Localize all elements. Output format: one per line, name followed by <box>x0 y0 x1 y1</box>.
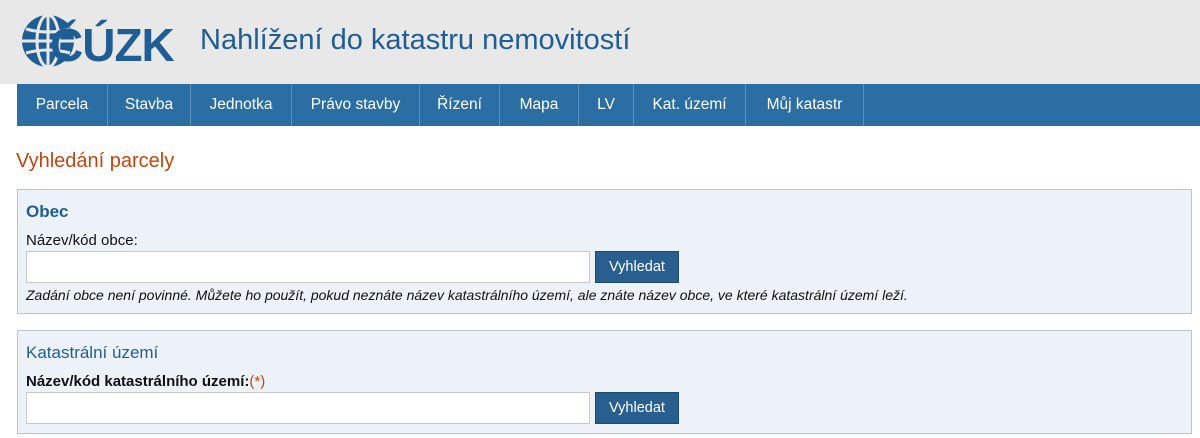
nav-item-mapa[interactable]: Mapa <box>500 84 579 126</box>
nav-item-parcela[interactable]: Parcela <box>17 84 108 126</box>
nav-item-lv[interactable]: LV <box>579 84 634 126</box>
header: ČÚZK Nahlížení do katastru nemovitostí <box>0 0 1200 84</box>
nav-item-stavba[interactable]: Stavba <box>108 84 191 126</box>
cuzk-logo[interactable]: ČÚZK <box>16 8 192 74</box>
required-mark: (*) <box>249 373 266 390</box>
obec-panel: Obec Název/kód obce: Vyhledat Zadání obc… <box>17 189 1192 314</box>
obec-hint: Zadání obce není povinné. Můžete ho použ… <box>26 287 908 303</box>
katastralni-uzemi-label-wrap: Název/kód katastrálního území:(*) <box>26 373 265 390</box>
obec-input[interactable] <box>26 251 590 283</box>
nav-item-muj-katastr[interactable]: Můj katastr <box>746 84 864 126</box>
katastralni-uzemi-panel: Katastrální území Název/kód katastrálníh… <box>17 330 1192 434</box>
katastralni-uzemi-label: Název/kód katastrálního území: <box>26 373 250 390</box>
nav-item-kat-uzemi[interactable]: Kat. území <box>634 84 746 126</box>
nav-item-pravo-stavby[interactable]: Právo stavby <box>292 84 420 126</box>
obec-heading: Obec <box>26 202 69 221</box>
nav-item-jednotka[interactable]: Jednotka <box>191 84 292 126</box>
logo-wordmark: ČÚZK <box>50 19 175 71</box>
obec-label: Název/kód obce: <box>26 232 138 249</box>
main-nav: Parcela Stavba Jednotka Právo stavby Říz… <box>17 84 1200 126</box>
obec-search-button[interactable]: Vyhledat <box>595 251 679 283</box>
page-title: Vyhledání parcely <box>16 150 175 172</box>
katastralni-uzemi-search-button[interactable]: Vyhledat <box>595 392 679 424</box>
nav-item-rizeni[interactable]: Řízení <box>420 84 500 126</box>
katastralni-uzemi-input[interactable] <box>26 392 590 424</box>
app-title: Nahlížení do katastru nemovitostí <box>200 24 631 56</box>
katastralni-uzemi-heading: Katastrální území <box>26 343 159 362</box>
